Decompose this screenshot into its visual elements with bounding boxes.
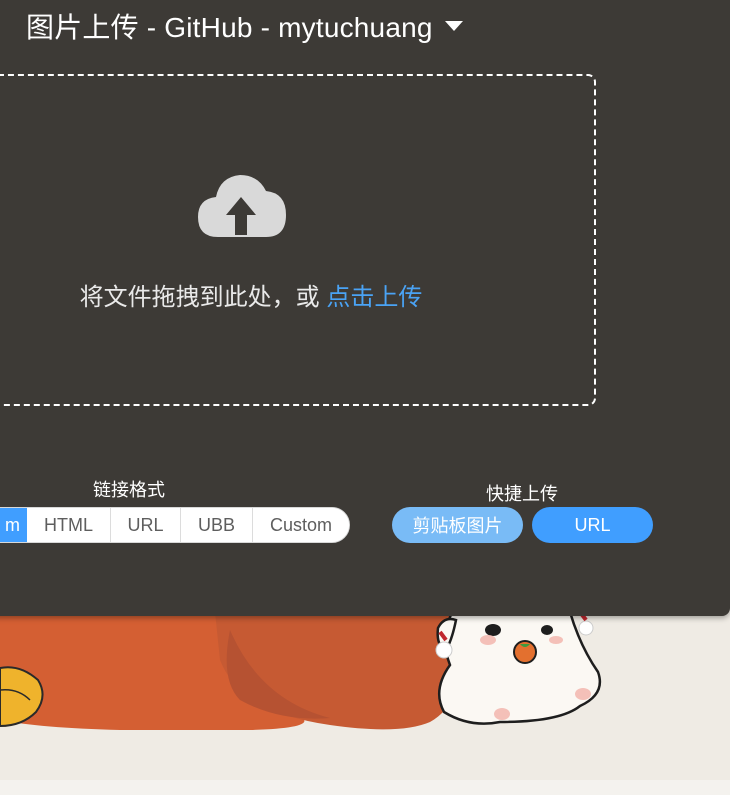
format-option-url[interactable]: URL (111, 508, 181, 542)
picbed-selector[interactable]: 图片上传 - GitHub - mytuchuang (26, 6, 463, 46)
link-format-group: m HTML URL UBB Custom (0, 507, 350, 543)
caret-down-icon[interactable] (444, 21, 463, 31)
dropzone-hint: 将文件拖拽到此处，或 点击上传 (0, 277, 520, 312)
format-option-ubb[interactable]: UBB (181, 508, 253, 542)
cloud-upload-icon (198, 175, 286, 237)
format-option-markdown[interactable]: m (0, 508, 27, 542)
clipboard-upload-button[interactable]: 剪贴板图片 (392, 507, 523, 543)
upload-panel: 图片上传 - GitHub - mytuchuang 将文件拖拽到此处，或 点击… (0, 0, 730, 616)
upload-dropzone[interactable]: 将文件拖拽到此处，或 点击上传 (0, 74, 596, 406)
quick-upload-label: 快捷上传 (486, 484, 558, 504)
link-format-label: 链接格式 (93, 480, 165, 500)
format-option-html[interactable]: HTML (27, 508, 111, 542)
dropzone-text: 将文件拖拽到此处，或 (79, 284, 320, 311)
url-upload-button[interactable]: URL (532, 507, 653, 543)
page-title: 图片上传 - GitHub - mytuchuang (26, 12, 433, 43)
format-option-custom[interactable]: Custom (253, 508, 349, 542)
click-upload-link[interactable]: 点击上传 (326, 284, 422, 311)
